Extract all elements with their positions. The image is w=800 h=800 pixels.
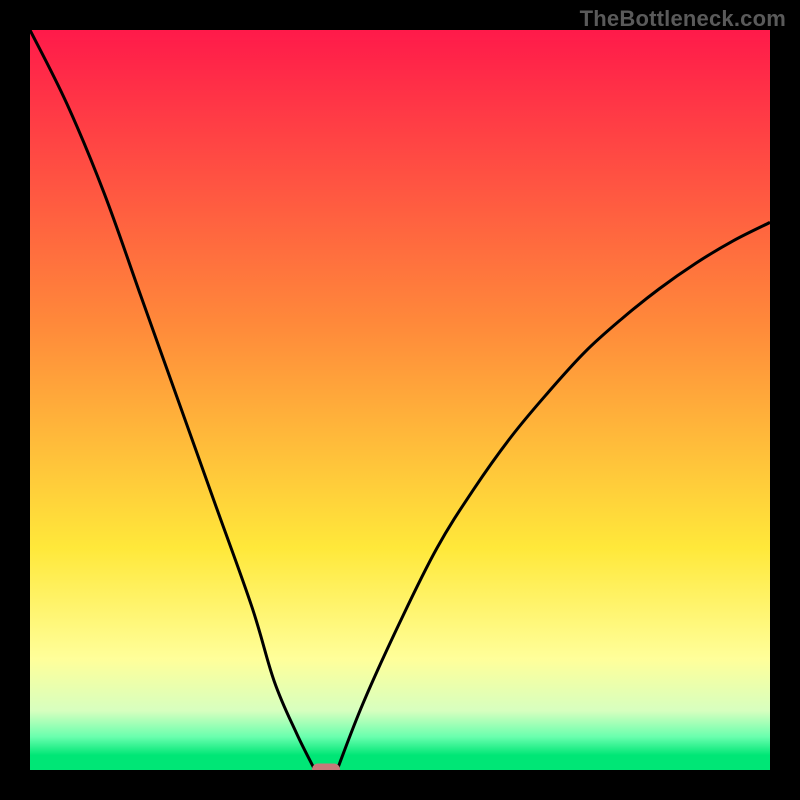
left-curve — [30, 30, 315, 770]
right-curve — [337, 222, 770, 770]
watermark-text: TheBottleneck.com — [580, 6, 786, 32]
chart-curves-svg — [30, 30, 770, 770]
chart-frame — [30, 30, 770, 770]
chart-marker — [312, 764, 340, 771]
